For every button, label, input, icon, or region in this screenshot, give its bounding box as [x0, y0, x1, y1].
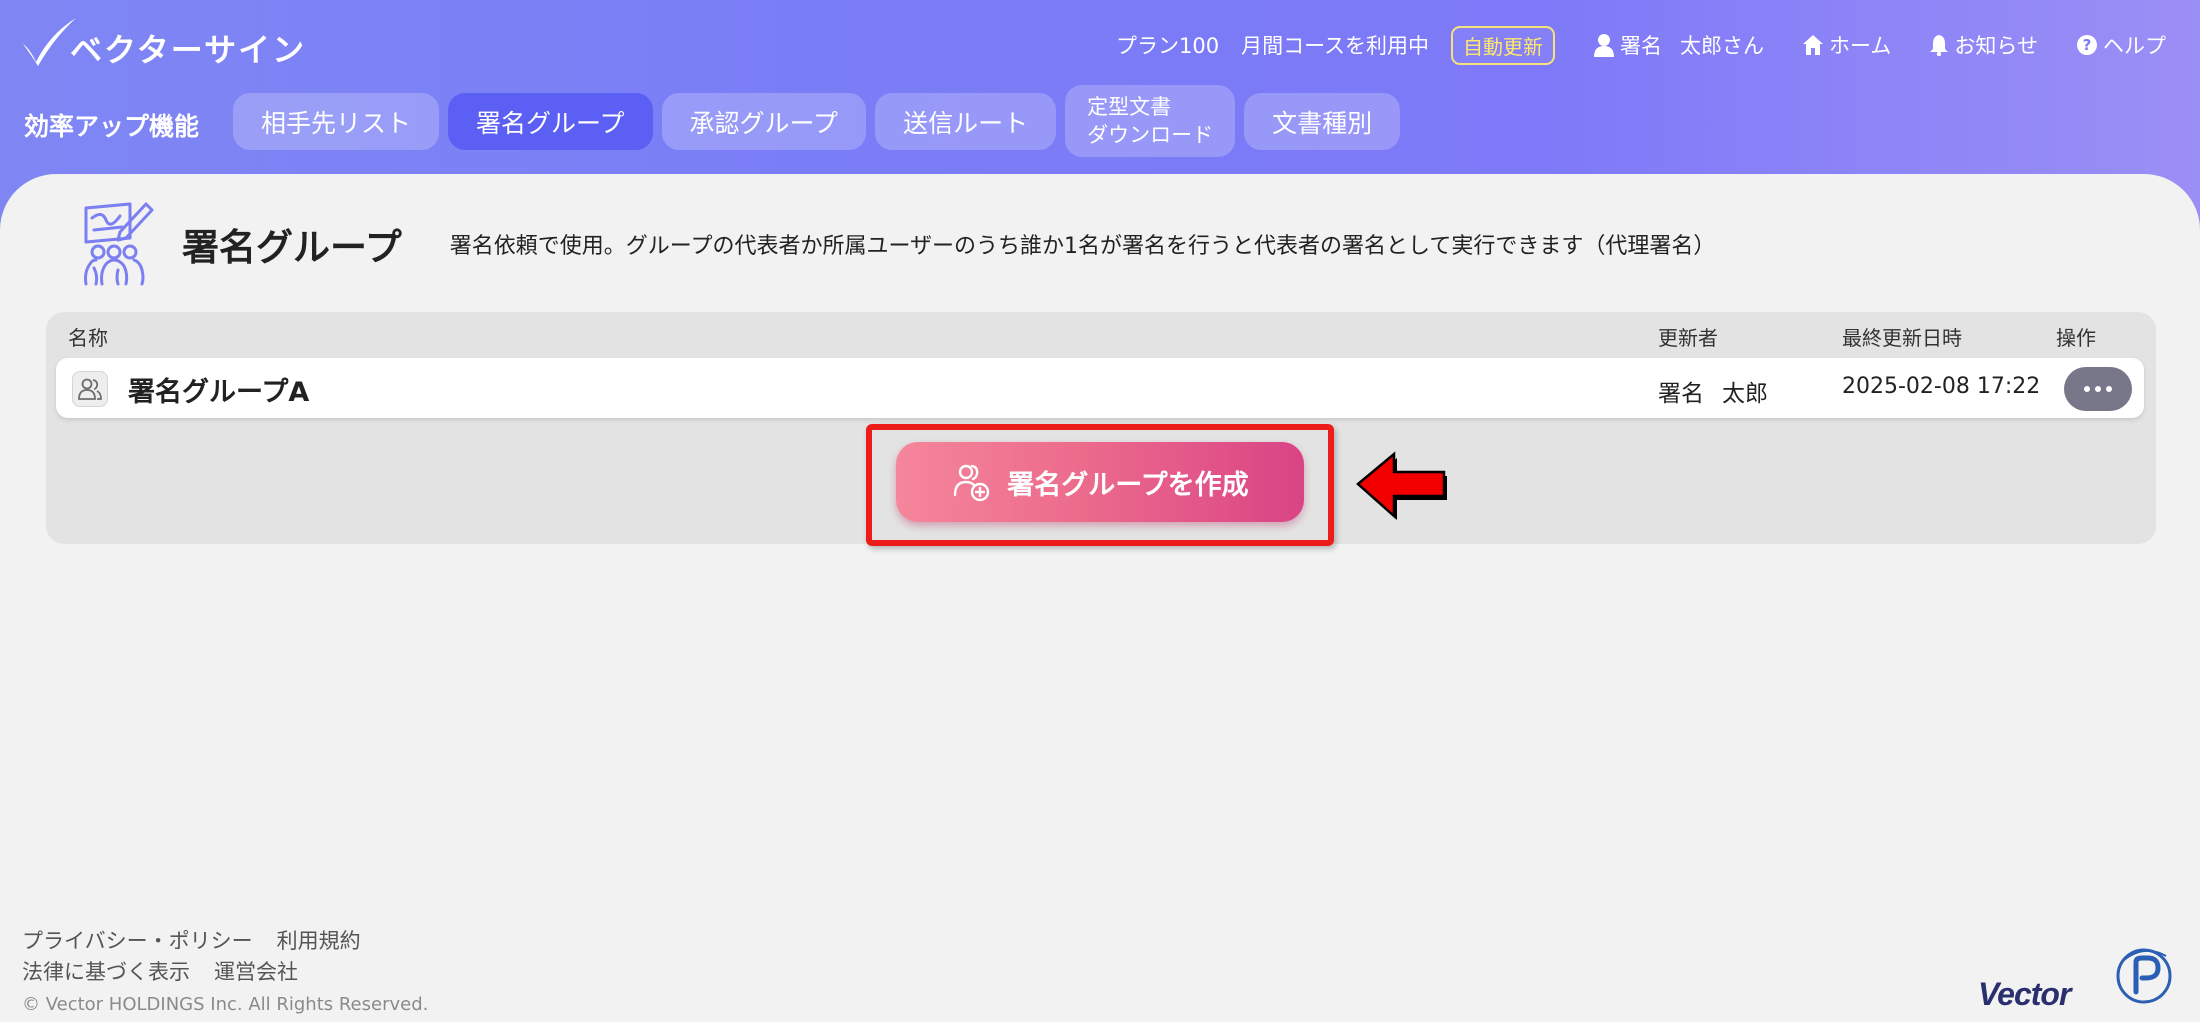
- home-link[interactable]: ホーム: [1802, 30, 1891, 60]
- tab-template-download-line2: ダウンロード: [1087, 123, 1214, 147]
- footer: プライバシー・ポリシー 利用規約 法律に基づく表示 運営会社 © Vector HO…: [22, 926, 428, 1020]
- user-family-name: 署名: [1620, 34, 1663, 58]
- top-bar: プラン100 月間コースを利用中 自動更新 署名太郎さん ホーム お知らせ ?: [1116, 24, 2166, 66]
- feature-nav: 効率アップ機能 相手先リスト 署名グループ 承認グループ 送信ルート 定型文書 …: [0, 85, 1401, 160]
- user-given-name: 太郎さん: [1680, 34, 1765, 58]
- tab-signature-group[interactable]: 署名グループ: [448, 93, 653, 150]
- page-title: 署名グループ: [182, 226, 402, 269]
- user-menu[interactable]: 署名 太郎さん: [1593, 30, 1764, 60]
- updater-family-name: 署名: [1658, 381, 1704, 407]
- page-heading: 署名グループ 署名依頼で使用。グループの代表者か所属ユーザーのうち誰か1名が署名…: [72, 196, 1715, 292]
- help-icon: ?: [2077, 35, 2097, 55]
- table-header: 名称 更新者 最終更新日時 操作: [46, 312, 2156, 352]
- app-logo[interactable]: ベクターサイン: [20, 14, 306, 70]
- logo-text: ベクターサイン: [70, 31, 307, 69]
- group-updater: 署名 太郎: [1658, 374, 1768, 408]
- create-button-label: 署名グループを作成: [1007, 469, 1249, 501]
- copyright: © Vector HOLDINGS Inc. All Rights Reserv…: [22, 994, 429, 1015]
- svg-text:?: ?: [2083, 36, 2092, 54]
- tab-template-download-line1: 定型文書: [1087, 95, 1172, 119]
- footer-links-row1: プライバシー・ポリシー 利用規約: [22, 926, 428, 957]
- tab-contact-list[interactable]: 相手先リスト: [233, 93, 440, 150]
- tab-document-type[interactable]: 文書種別: [1244, 93, 1401, 150]
- tab-template-download[interactable]: 定型文書 ダウンロード: [1065, 85, 1236, 157]
- home-label: ホーム: [1829, 34, 1892, 58]
- home-icon: [1803, 35, 1824, 55]
- auto-renew-badge: 自動更新: [1451, 25, 1556, 65]
- column-updater: 更新者: [1658, 326, 1718, 350]
- page-description: 署名依頼で使用。グループの代表者か所属ユーザーのうち誰か1名が署名を行うと代表者…: [449, 234, 1716, 259]
- bell-icon: [1930, 35, 1949, 56]
- group-user-icon: [72, 371, 108, 407]
- help-link[interactable]: ? ヘルプ: [2076, 30, 2166, 60]
- notice-link[interactable]: お知らせ: [1929, 30, 2038, 60]
- tab-approval-group[interactable]: 承認グループ: [661, 93, 867, 150]
- group-name[interactable]: 署名グループA: [128, 370, 309, 409]
- row-more-button[interactable]: [2064, 367, 2132, 411]
- add-user-icon: [954, 464, 990, 502]
- terms-link[interactable]: 利用規約: [277, 929, 361, 953]
- user-icon: [1594, 34, 1615, 57]
- plan-course: 月間コースを利用中: [1241, 34, 1430, 58]
- feature-tabs: 相手先リスト 署名グループ 承認グループ 送信ルート 定型文書 ダウンロード 文…: [233, 85, 1401, 157]
- table-row[interactable]: 署名グループA 署名 太郎 2025-02-08 17:22: [56, 358, 2144, 418]
- signature-group-icon: [84, 202, 154, 286]
- more-icon: [2084, 386, 2090, 392]
- feature-nav-title: 効率アップ機能: [24, 112, 200, 141]
- tab-send-route[interactable]: 送信ルート: [875, 93, 1057, 150]
- footer-links-row2: 法律に基づく表示 運営会社: [22, 957, 428, 988]
- create-signature-group-button[interactable]: 署名グループを作成: [896, 442, 1304, 522]
- help-label: ヘルプ: [2103, 34, 2166, 58]
- company-link[interactable]: 運営会社: [214, 960, 298, 984]
- legal-notice-link[interactable]: 法律に基づく表示: [22, 960, 190, 984]
- notice-label: お知らせ: [1954, 34, 2038, 58]
- privacy-policy-link[interactable]: プライバシー・ポリシー: [22, 929, 253, 953]
- plan-name: プラン100: [1115, 34, 1220, 58]
- updater-given-name: 太郎: [1722, 381, 1768, 407]
- privacy-mark-icon: [2116, 948, 2172, 1004]
- column-name: 名称: [68, 326, 108, 350]
- main-content: 署名グループ 署名依頼で使用。グループの代表者か所属ユーザーのうち誰か1名が署名…: [0, 174, 2200, 1022]
- column-updated-at: 最終更新日時: [1842, 326, 1962, 350]
- vector-brand-logo: Vector: [1978, 976, 2071, 1012]
- column-actions: 操作: [2056, 326, 2096, 350]
- group-updated-at: 2025-02-08 17:22: [1842, 374, 2041, 399]
- arrow-left-icon: [1356, 451, 1447, 520]
- plan-info: プラン100 月間コースを利用中: [1116, 30, 1429, 60]
